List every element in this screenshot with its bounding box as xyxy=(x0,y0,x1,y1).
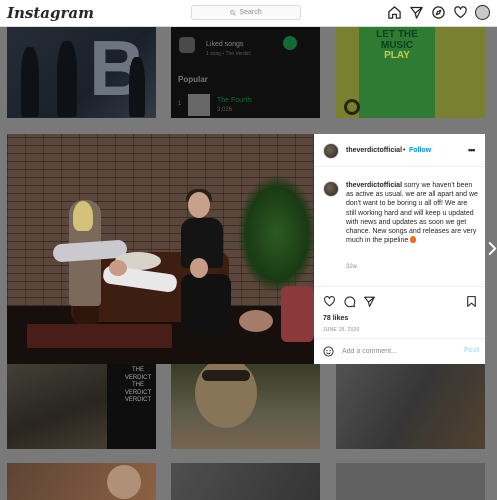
home-icon[interactable] xyxy=(387,5,402,20)
liked-songs-subtitle: 1 song • The Verdict xyxy=(206,51,251,57)
seated-head xyxy=(190,258,208,278)
grid-tile-gray[interactable] xyxy=(336,463,485,500)
band-member-silhouette xyxy=(21,47,39,117)
track-cover xyxy=(188,94,210,116)
grid-tile-verdict-shirt[interactable]: THE VERDICT THE VERDICT VERDICT xyxy=(7,364,156,449)
like-icon[interactable] xyxy=(323,295,336,308)
follow-button[interactable]: Follow xyxy=(409,147,431,154)
comment-bar: Post xyxy=(314,338,485,363)
post-header: theverdictofficial • Follow ••• xyxy=(314,134,485,167)
shirt-line: THE VERDICT xyxy=(124,367,152,381)
rug xyxy=(27,324,172,348)
red-chair xyxy=(281,286,314,342)
shirt-text: THE VERDICT THE VERDICT VERDICT xyxy=(120,367,156,405)
caption-username[interactable]: theverdictofficial xyxy=(346,182,402,189)
post-photo[interactable] xyxy=(7,134,314,364)
grid-tile-spotify[interactable]: Liked songs 1 song • The Verdict Popular… xyxy=(171,27,320,118)
caption-body: sorry we haven't been as active as usual… xyxy=(346,182,478,245)
more-options-icon[interactable]: ••• xyxy=(468,145,476,155)
post-date: JUNE 18, 2020 xyxy=(323,327,360,333)
share-icon[interactable] xyxy=(363,295,376,308)
explore-icon[interactable] xyxy=(431,5,446,20)
instagram-logo[interactable]: Instagram xyxy=(7,4,94,22)
nav-icons xyxy=(387,5,490,20)
guitarist-head xyxy=(73,201,93,231)
caption-avatar[interactable] xyxy=(323,181,339,197)
search-box[interactable]: Search xyxy=(191,5,301,20)
popular-heading: Popular xyxy=(178,75,208,84)
caption-time[interactable]: 32w xyxy=(346,264,357,270)
grid-tile-sunglasses[interactable] xyxy=(171,364,320,449)
author-username[interactable]: theverdictofficial xyxy=(346,147,402,154)
liked-songs-title: Liked songs xyxy=(206,41,244,48)
band-member-silhouette xyxy=(57,41,77,117)
search-placeholder: Search xyxy=(239,9,262,16)
grid-tile-guitar[interactable] xyxy=(336,364,485,449)
post-sidebar: theverdictofficial • Follow ••• theverdi… xyxy=(314,134,485,364)
circle-logo-icon xyxy=(344,99,360,115)
post-comment-button[interactable]: Post xyxy=(464,347,479,354)
chevron-right-icon[interactable] xyxy=(488,241,497,256)
shirt-line: VERDICT xyxy=(124,397,152,403)
track-plays: 3,026 xyxy=(217,107,233,113)
band-member-silhouette xyxy=(129,57,145,117)
grid-tile-music-poster[interactable]: LET THE MUSIC PLAY xyxy=(336,27,485,118)
comment-input[interactable] xyxy=(342,345,452,357)
sunglasses-graphic xyxy=(202,370,250,381)
top-nav: Instagram Search xyxy=(0,0,497,27)
poster-text: LET THE MUSIC PLAY xyxy=(365,29,429,62)
liked-songs-cover xyxy=(179,37,195,53)
track-title: The Fourth xyxy=(217,97,252,104)
poster-line: PLAY xyxy=(384,50,410,61)
comment-icon[interactable] xyxy=(343,295,356,308)
reclining-head xyxy=(109,260,127,276)
standing-head xyxy=(188,192,210,218)
emoji-icon[interactable] xyxy=(323,346,334,357)
like-count[interactable]: 78 likes xyxy=(323,315,348,322)
author-avatar[interactable] xyxy=(323,143,339,159)
pouf xyxy=(239,310,273,332)
face-graphic xyxy=(107,465,141,499)
fire-emoji-icon xyxy=(410,236,417,244)
seated-figure xyxy=(181,274,231,334)
save-icon[interactable] xyxy=(465,295,478,308)
search-icon xyxy=(230,9,237,16)
caption-text: theverdictofficial sorry we haven't been… xyxy=(346,181,478,246)
track-rank: 1 xyxy=(178,101,182,107)
grid-tile-child[interactable] xyxy=(7,463,156,500)
post-actions: 78 likes JUNE 18, 2020 Post xyxy=(314,286,485,360)
plant xyxy=(237,174,314,294)
poster-line: LET THE xyxy=(376,29,418,40)
direct-icon[interactable] xyxy=(409,5,424,20)
shirt-line: THE VERDICT xyxy=(124,382,152,396)
activity-icon[interactable] xyxy=(453,5,468,20)
grid-tile-dark[interactable] xyxy=(171,463,320,500)
separator-dot: • xyxy=(403,147,406,154)
profile-avatar[interactable] xyxy=(475,5,490,20)
spotify-play-icon xyxy=(283,36,297,50)
grid-tile-band-photo[interactable]: B xyxy=(7,27,156,118)
